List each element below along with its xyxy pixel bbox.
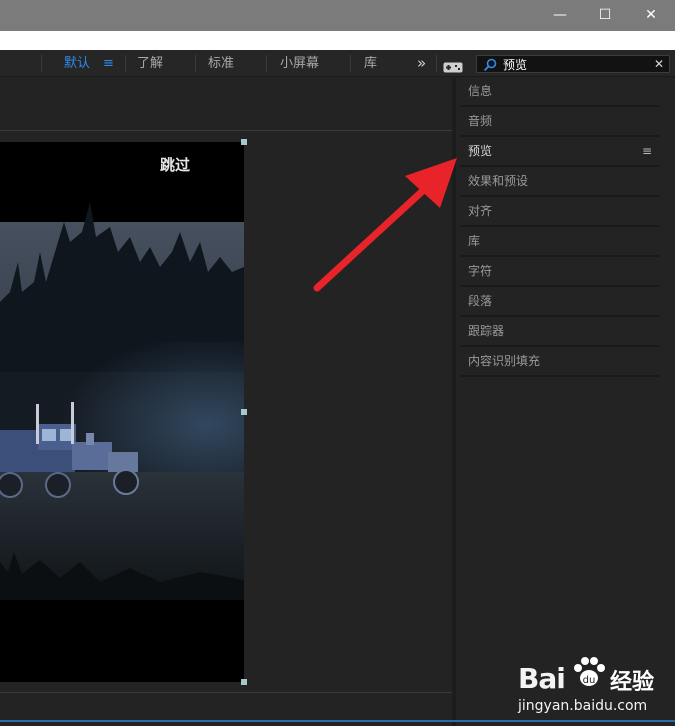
status-strip <box>0 720 675 722</box>
svg-text:du: du <box>583 675 596 686</box>
watermark-suffix: 经验 <box>610 670 655 695</box>
baidu-watermark: Bai du 经验 jingyan.baidu.com <box>518 650 668 720</box>
watermark-url: jingyan.baidu.com <box>518 698 648 714</box>
annotation-arrow <box>313 158 457 292</box>
watermark-logo: Bai <box>518 662 566 695</box>
paw-icon: du <box>570 654 608 694</box>
